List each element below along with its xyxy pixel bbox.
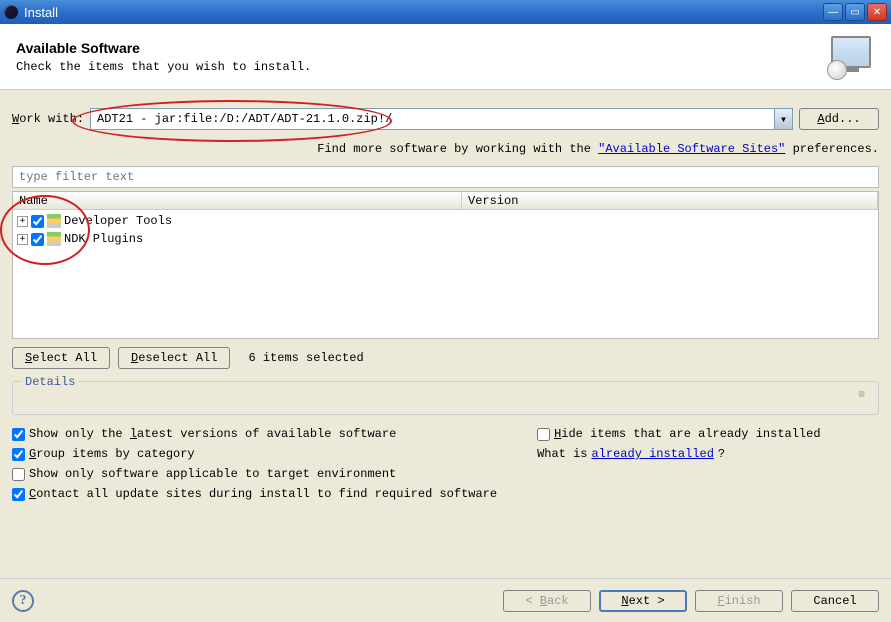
option-group[interactable]: Group items by category	[12, 447, 497, 461]
expand-icon[interactable]: +	[17, 234, 28, 245]
tree-item-label: Developer Tools	[64, 214, 172, 228]
close-button[interactable]: ✕	[867, 3, 887, 21]
work-with-label: Work with:	[12, 112, 84, 126]
selected-count: 6 items selected	[248, 351, 363, 365]
option-applicable[interactable]: Show only software applicable to target …	[12, 467, 497, 481]
already-installed-link[interactable]: already installed	[592, 447, 714, 461]
what-is-installed: What is already installed ?	[537, 447, 820, 461]
item-checkbox[interactable]	[31, 233, 44, 246]
latest-checkbox[interactable]	[12, 428, 25, 441]
details-group: Details ≡	[12, 381, 879, 415]
install-icon	[823, 34, 875, 80]
filter-input[interactable]	[12, 166, 879, 188]
option-contact[interactable]: Contact all update sites during install …	[12, 487, 497, 501]
finish-button[interactable]: Finish	[695, 590, 783, 612]
resize-grip-icon[interactable]: ≡	[858, 388, 874, 400]
details-legend: Details	[21, 375, 79, 389]
select-all-button[interactable]: Select All	[12, 347, 110, 369]
available-sites-link[interactable]: "Available Software Sites"	[598, 142, 785, 156]
page-subtitle: Check the items that you wish to install…	[16, 60, 823, 74]
eclipse-icon	[4, 5, 18, 19]
package-icon	[47, 232, 61, 246]
software-tree[interactable]: Name Version + Developer Tools + NDK Plu…	[12, 191, 879, 339]
work-with-combo[interactable]: ▾	[90, 108, 793, 130]
help-icon[interactable]: ?	[12, 590, 34, 612]
column-name[interactable]: Name	[13, 192, 462, 210]
page-title: Available Software	[16, 40, 823, 56]
titlebar: Install — ▭ ✕	[0, 0, 891, 24]
item-checkbox[interactable]	[31, 215, 44, 228]
package-icon	[47, 214, 61, 228]
work-with-input[interactable]	[91, 109, 774, 129]
option-latest[interactable]: Show only the latest versions of availab…	[12, 427, 497, 441]
cancel-button[interactable]: Cancel	[791, 590, 879, 612]
option-hide[interactable]: Hide items that are already installed	[537, 427, 820, 441]
next-button[interactable]: Next >	[599, 590, 687, 612]
applicable-checkbox[interactable]	[12, 468, 25, 481]
minimize-button[interactable]: —	[823, 3, 843, 21]
column-version[interactable]: Version	[462, 192, 878, 210]
maximize-button[interactable]: ▭	[845, 3, 865, 21]
deselect-all-button[interactable]: Deselect All	[118, 347, 230, 369]
hide-checkbox[interactable]	[537, 428, 550, 441]
group-checkbox[interactable]	[12, 448, 25, 461]
find-more-text: Find more software by working with the "…	[12, 142, 879, 166]
tree-item-label: NDK Plugins	[64, 232, 143, 246]
back-button[interactable]: < Back	[503, 590, 591, 612]
tree-row[interactable]: + NDK Plugins	[13, 230, 878, 248]
window-title: Install	[24, 5, 58, 20]
dropdown-icon[interactable]: ▾	[774, 109, 792, 129]
dialog-header: Available Software Check the items that …	[0, 24, 891, 90]
contact-checkbox[interactable]	[12, 488, 25, 501]
dialog-footer: ? < Back Next > Finish Cancel	[0, 578, 891, 622]
tree-row[interactable]: + Developer Tools	[13, 212, 878, 230]
expand-icon[interactable]: +	[17, 216, 28, 227]
add-button[interactable]: Add...	[799, 108, 879, 130]
